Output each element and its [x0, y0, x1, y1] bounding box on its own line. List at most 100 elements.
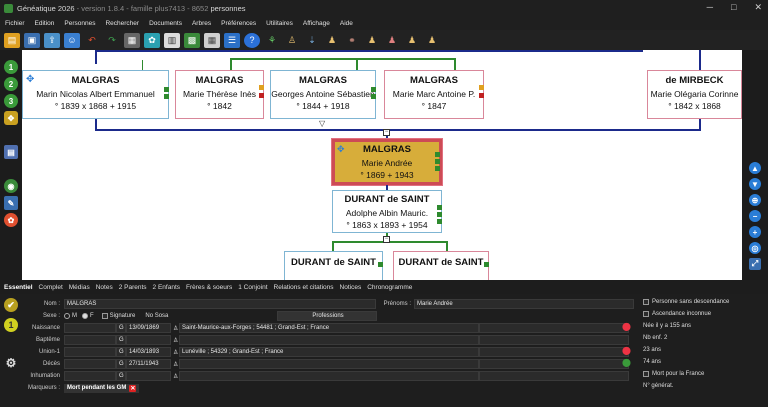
person-card-marie-marc[interactable]: MALGRAS Marie Marc Antoine P. ° 1847 — [384, 70, 484, 119]
menu-preferences[interactable]: Préférences — [216, 20, 261, 27]
tab-medias[interactable]: Médias — [69, 284, 90, 291]
bapteme-g[interactable]: G — [116, 335, 126, 345]
map-pin-icon[interactable]: ⬤ — [622, 358, 631, 367]
person-card-de-mirbeck[interactable]: de MIRBECK Marie Olégaria Corinne ° 1842… — [647, 70, 742, 119]
export-icon[interactable]: ⇪ — [44, 32, 60, 48]
menu-documents[interactable]: Documents — [144, 20, 187, 27]
bapteme-qualifier[interactable] — [64, 335, 116, 345]
settings-sidebar-icon[interactable]: ✿ — [4, 213, 18, 227]
generation-1-icon[interactable]: 1 — [4, 60, 18, 74]
zoom-out-icon[interactable]: − — [749, 210, 761, 222]
inhumation-date[interactable] — [126, 371, 171, 381]
sans-descendance-checkbox[interactable] — [643, 299, 649, 305]
inhumation-g[interactable]: G — [116, 371, 126, 381]
menu-aide[interactable]: Aide — [335, 20, 358, 27]
expand-icon[interactable]: ✥ — [26, 74, 34, 85]
tab-essentiel[interactable]: Essentiel — [4, 284, 33, 291]
prenoms-input[interactable]: Marie Andrée — [414, 299, 634, 309]
navigate-down-icon[interactable]: ▼ — [749, 178, 761, 190]
signature-checkbox[interactable] — [101, 313, 108, 319]
collapse-triangle-icon[interactable]: ▽ — [319, 119, 325, 128]
family-icon[interactable]: ♟ — [364, 33, 380, 48]
tree-canvas[interactable]: MALGRAS Marin Nicolas Albert Emmanuel ° … — [22, 50, 742, 280]
child-card-2[interactable]: DURANT de SAINT — [393, 251, 489, 280]
map-icon[interactable]: ◉ — [4, 179, 18, 193]
help-icon[interactable]: ? — [244, 32, 260, 48]
list-icon[interactable]: ☰ — [224, 32, 240, 48]
info-icon[interactable]: 1 — [4, 318, 18, 332]
person-icon[interactable]: ♙ — [284, 33, 300, 48]
person-card-marie-therese[interactable]: MALGRAS Marie Thérèse Inès ° 1842 — [175, 70, 264, 119]
person-card-marin[interactable]: MALGRAS Marin Nicolas Albert Emmanuel ° … — [22, 70, 169, 119]
add-person-icon[interactable]: ⚘ — [264, 33, 280, 48]
zoom-in-icon[interactable]: ⊕ — [749, 194, 761, 206]
tree-chart-icon[interactable]: ▩ — [184, 32, 200, 48]
tree-view-icon[interactable]: ✥ — [4, 111, 18, 125]
expand-icon[interactable]: ✥ — [337, 144, 345, 155]
menu-utilitaires[interactable]: Utilitaires — [261, 20, 298, 27]
deces-qualifier[interactable] — [64, 359, 116, 369]
close-icon[interactable]: ✕ — [754, 2, 762, 13]
deces-date[interactable]: 27/11/1943 — [126, 359, 171, 369]
filter-icon[interactable]: ⇣ — [304, 33, 320, 48]
professions-button[interactable]: Professions — [277, 311, 377, 321]
bapteme-place[interactable] — [179, 335, 479, 345]
center-icon[interactable]: ◎ — [749, 242, 761, 254]
minimize-icon[interactable]: ─ — [707, 2, 713, 13]
child-card-1[interactable]: DURANT de SAINT — [284, 251, 383, 280]
bapteme-extra[interactable] — [479, 335, 629, 345]
bapteme-date[interactable] — [126, 335, 171, 345]
mort-france-checkbox[interactable] — [643, 371, 649, 377]
union-date[interactable]: 14/03/1893 — [126, 347, 171, 357]
tab-notes[interactable]: Notes — [96, 284, 113, 291]
naissance-g[interactable]: G — [116, 323, 126, 333]
add-icon[interactable]: + — [749, 226, 761, 238]
validate-icon[interactable]: ✔ — [4, 298, 18, 312]
tab-chronogramme[interactable]: Chronogramme — [367, 284, 412, 291]
menu-edition[interactable]: Edition — [30, 20, 60, 27]
union-qualifier[interactable] — [64, 347, 116, 357]
tab-freres[interactable]: Frères & soeurs — [186, 284, 232, 291]
tab-enfants[interactable]: 2 Enfants — [153, 284, 180, 291]
inhumation-qualifier[interactable] — [64, 371, 116, 381]
menu-arbres[interactable]: Arbres — [187, 20, 216, 27]
generation-3-icon[interactable]: 3 — [4, 94, 18, 108]
naissance-date[interactable]: 13/09/1869 — [126, 323, 171, 333]
tab-complet[interactable]: Complet — [39, 284, 63, 291]
tools-sidebar-icon[interactable]: ✎ — [4, 196, 18, 210]
union-g[interactable]: G — [116, 347, 126, 357]
marker-chip[interactable]: Mort pendant les GM ✕ — [64, 383, 140, 393]
couple-icon[interactable]: ⚭ — [344, 33, 360, 48]
deces-g[interactable]: G — [116, 359, 126, 369]
settings-gear-icon[interactable]: ⚙ — [4, 356, 18, 370]
spouse-person-card[interactable]: DURANT de SAINT Adolphe Albin Mauric. ° … — [332, 190, 442, 233]
inhumation-extra[interactable] — [479, 371, 629, 381]
map-pin-icon[interactable]: ⬤ — [622, 322, 631, 331]
print-tree-icon[interactable]: ▤ — [4, 145, 18, 159]
tab-relations[interactable]: Relations et citations — [274, 284, 334, 291]
sexe-m-radio[interactable] — [64, 313, 70, 319]
document-icon[interactable]: ▥ — [164, 32, 180, 48]
sexe-f-radio[interactable] — [82, 313, 88, 319]
naissance-extra[interactable] — [479, 323, 629, 333]
collapse-box-icon[interactable]: − — [383, 129, 390, 136]
selected-person-card[interactable]: MALGRAS Marie Andrée ° 1869 + 1943 ✥ — [331, 138, 443, 186]
person-female-icon[interactable]: ♟ — [384, 33, 400, 48]
ascendance-inconnue-checkbox[interactable] — [643, 311, 649, 317]
map-pin-icon[interactable]: ⬤ — [622, 346, 631, 355]
fit-screen-icon[interactable]: ⤢ — [749, 258, 761, 270]
remove-marker-icon[interactable]: ✕ — [129, 384, 137, 392]
menu-rechercher[interactable]: Rechercher — [100, 20, 144, 27]
deces-place[interactable] — [179, 359, 479, 369]
generation-2-icon[interactable]: 2 — [4, 77, 18, 91]
person-male-icon[interactable]: ♟ — [324, 33, 340, 48]
nom-input[interactable]: MALGRAS — [64, 299, 376, 309]
descendants-icon[interactable]: ♟ — [424, 33, 440, 48]
person-card-georges[interactable]: MALGRAS Georges Antoine Sébastien ° 1844… — [270, 70, 376, 119]
maximize-icon[interactable]: □ — [731, 2, 736, 13]
collapse-box-icon[interactable]: − — [383, 236, 390, 243]
tab-notices[interactable]: Notices — [340, 284, 362, 291]
grid-icon[interactable]: ▦ — [204, 32, 220, 48]
tools-icon[interactable]: ✿ — [144, 32, 160, 48]
open-folder-icon[interactable]: ▤ — [4, 32, 20, 48]
